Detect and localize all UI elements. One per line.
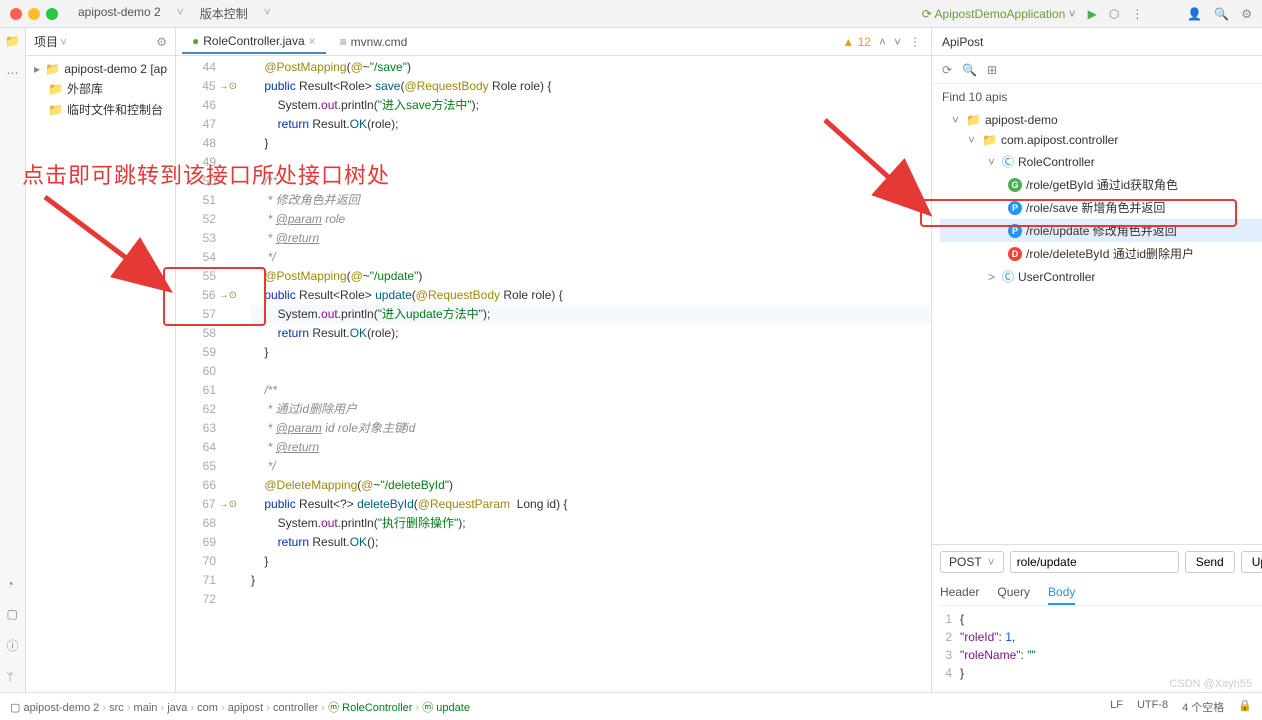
terminal-tool-icon[interactable]: ▢ [6, 607, 18, 621]
settings-icon[interactable]: ⚙ [1241, 7, 1252, 21]
more-actions-icon[interactable]: ⋮ [1131, 7, 1143, 21]
chevron-down-icon: ˅ [264, 5, 271, 22]
structure-tool-icon[interactable]: ⋯ [7, 66, 19, 80]
api-tree-item[interactable]: ˅ⒸRoleController [940, 150, 1262, 173]
user-icon[interactable]: 👤 [1187, 7, 1202, 21]
http-method-select[interactable]: POST˅ [940, 551, 1004, 573]
body-editor[interactable]: 1{2 "roleId": 1,3 "roleName": ""4} [940, 606, 1262, 686]
find-result-label: Find 10 apis [932, 84, 1262, 110]
editor-tabs: ● RoleController.java × ≡ mvnw.cmd ▲ 12 … [176, 28, 931, 56]
warnings-indicator[interactable]: ▲ 12 [842, 35, 871, 49]
search-icon[interactable]: 🔍 [962, 63, 977, 77]
titlebar: apipost-demo 2 ˅ 版本控制 ˅ ⟳ ApipostDemoApp… [0, 0, 1262, 28]
info-tool-icon[interactable]: ⓘ [6, 637, 18, 654]
editor-area: ● RoleController.java × ≡ mvnw.cmd ▲ 12 … [176, 28, 932, 692]
search-icon[interactable]: 🔍 [1214, 7, 1229, 21]
window-controls [10, 8, 58, 20]
upload-button[interactable]: Upload [1241, 551, 1262, 573]
readonly-icon[interactable]: 🔒 [1238, 699, 1252, 715]
project-name-menu[interactable]: apipost-demo 2 [78, 5, 161, 22]
breadcrumb[interactable]: ▢ apipost-demo 2 › src › main › java › c… [10, 699, 470, 715]
maximize-window-icon[interactable] [46, 8, 58, 20]
watermark: CSDN @Xayh55 [1169, 678, 1252, 690]
panel-title: 项目 [34, 33, 58, 50]
chevron-down-icon: ˅ [177, 5, 184, 22]
tab-rolecontroller[interactable]: ● RoleController.java × [182, 30, 326, 54]
apipost-panel: ApiPost 🔔 ⟳ 🔍 ⊞ ⤢ ✕ Find 10 apis ˅📁apipo… [932, 28, 1262, 692]
run-config-selector[interactable]: ⟳ ApipostDemoApplication ˅ [922, 7, 1076, 21]
send-button[interactable]: Send [1185, 551, 1235, 573]
api-tree-item[interactable]: ˅📁com.apipost.controller [940, 130, 1262, 150]
project-tree-item[interactable]: ▸📁apipost-demo 2 [ap [30, 60, 171, 78]
panel-settings-icon[interactable]: ⚙ [156, 35, 167, 49]
close-tab-icon[interactable]: × [309, 34, 316, 48]
request-tab-query[interactable]: Query [997, 581, 1030, 605]
problems-tool-icon[interactable]: ◔ [6, 577, 18, 591]
request-section: POST˅ Send Upload Header Query Body 1{2 "r… [932, 544, 1262, 692]
project-panel: 项目 ˅ ⚙ ▸📁apipost-demo 2 [ap📁外部库📁临时文件和控制台 [26, 28, 176, 692]
api-tree-item[interactable]: ˅📁apipost-demo [940, 110, 1262, 130]
api-tree-item[interactable]: P/role/update 修改角色并返回 [940, 219, 1262, 242]
request-tab-body[interactable]: Body [1048, 581, 1075, 605]
request-tab-header[interactable]: Header [940, 581, 979, 605]
line-ending[interactable]: LF [1110, 699, 1123, 715]
encoding[interactable]: UTF-8 [1137, 699, 1168, 715]
prev-highlight-icon[interactable]: ˄ [879, 35, 886, 49]
api-tree-item[interactable]: P/role/save 新增角色并返回 [940, 196, 1262, 219]
tab-mvnwcmd[interactable]: ≡ mvnw.cmd [330, 31, 418, 53]
api-tree-item[interactable]: ˃ⒸUserController [940, 265, 1262, 288]
close-window-icon[interactable] [10, 8, 22, 20]
status-bar: ▢ apipost-demo 2 › src › main › java › c… [0, 692, 1262, 720]
debug-button[interactable]: ⬡ [1109, 7, 1119, 21]
code-editor[interactable]: 4445→⊙4647484950515253545556→⊙5758596061… [176, 56, 931, 692]
vcs-menu[interactable]: 版本控制 [200, 5, 248, 22]
api-tree-item[interactable]: G/role/getById 通过id获取角色 [940, 173, 1262, 196]
project-tool-icon[interactable]: 📁 [5, 34, 20, 48]
refresh-icon[interactable]: ⟳ [942, 63, 952, 77]
tab-menu-icon[interactable]: ⋮ [909, 35, 921, 49]
left-tool-strip: 📁 ⋯ ◔ ▢ ⓘ ᛘ [0, 28, 26, 692]
filter-icon[interactable]: ⊞ [987, 63, 997, 77]
run-button[interactable]: ▶ [1088, 7, 1097, 21]
apipost-title: ApiPost [942, 35, 983, 49]
next-highlight-icon[interactable]: ˅ [894, 35, 901, 49]
url-input[interactable] [1010, 551, 1179, 573]
indent-info[interactable]: 4 个空格 [1182, 699, 1224, 715]
project-tree-item[interactable]: 📁临时文件和控制台 [30, 99, 171, 120]
minimize-window-icon[interactable] [28, 8, 40, 20]
project-tree-item[interactable]: 📁外部库 [30, 78, 171, 99]
git-tool-icon[interactable]: ᛘ [6, 670, 18, 684]
annotation-text: 点击即可跳转到该接口所处接口树处 [22, 158, 390, 190]
api-tree-item[interactable]: D/role/deleteById 通过id删除用户 [940, 242, 1262, 265]
apipost-toolbar: ⟳ 🔍 ⊞ ⤢ ✕ [932, 56, 1262, 84]
